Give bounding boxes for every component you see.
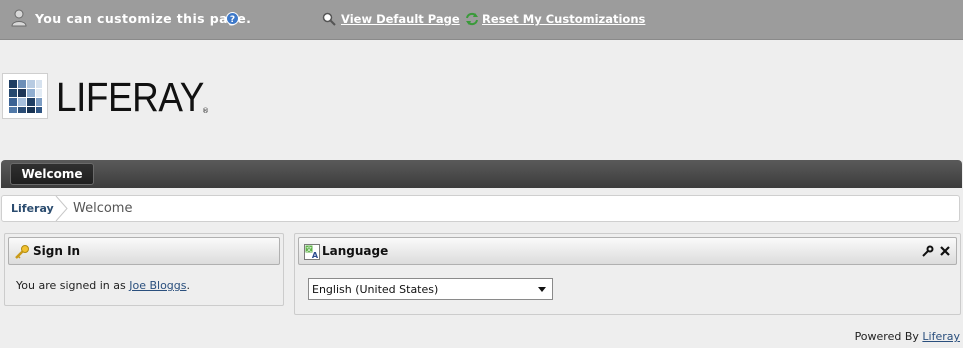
user-icon <box>11 9 27 27</box>
signed-in-prefix: You are signed in as <box>16 279 130 292</box>
breadcrumb-item-liferay[interactable]: Liferay <box>11 202 54 215</box>
signed-in-message: You are signed in as Joe Bloggs. <box>16 279 190 292</box>
svg-text:?: ? <box>230 15 235 25</box>
portlet-title-bar: Sign In <box>8 237 280 265</box>
view-default-page-link[interactable]: View Default Page <box>341 12 460 26</box>
reset-customizations-link[interactable]: Reset My Customizations <box>482 12 645 26</box>
site-logo[interactable]: LIFERAY ® <box>2 73 212 123</box>
close-icon[interactable] <box>939 245 951 257</box>
breadcrumb-item-welcome: Welcome <box>73 201 133 216</box>
user-name-link[interactable]: Joe Bloggs <box>129 279 186 292</box>
registered-mark: ® <box>202 107 209 115</box>
logo-grid-icon <box>9 80 42 113</box>
wrench-icon[interactable] <box>922 245 934 257</box>
customize-message: You can customize this page. <box>35 11 252 26</box>
svg-text:A: A <box>312 251 319 260</box>
help-icon[interactable]: ? <box>226 12 239 25</box>
portlet-title: Sign In <box>33 244 81 258</box>
powered-by-text: Powered By <box>854 330 923 343</box>
language-select[interactable]: English (United States) <box>308 278 553 300</box>
powered-by: Powered By Liferay <box>855 330 960 343</box>
breadcrumb: Liferay Welcome <box>1 195 960 222</box>
portlet-title: Language <box>322 244 389 258</box>
key-icon <box>15 245 29 259</box>
breadcrumb-separator-icon <box>55 196 68 221</box>
language-portlet: 文 A Language English (United States) <box>294 233 961 315</box>
portlet-title-bar: 文 A Language <box>298 237 957 265</box>
magnifier-icon <box>322 12 336 26</box>
powered-by-link[interactable]: Liferay <box>922 330 960 343</box>
refresh-icon <box>466 12 478 26</box>
liferay-logo-mark <box>2 73 48 119</box>
nav-tab-welcome[interactable]: Welcome <box>10 163 94 185</box>
sign-in-portlet: Sign In You are signed in as Joe Bloggs. <box>4 233 284 306</box>
logo-wordmark: LIFERAY <box>56 74 204 120</box>
navigation-bar: Welcome <box>1 160 962 188</box>
language-icon: 文 A <box>304 244 320 260</box>
signed-in-suffix: . <box>186 279 191 292</box>
customize-bar: You can customize this page. ? View Defa… <box>0 0 963 40</box>
